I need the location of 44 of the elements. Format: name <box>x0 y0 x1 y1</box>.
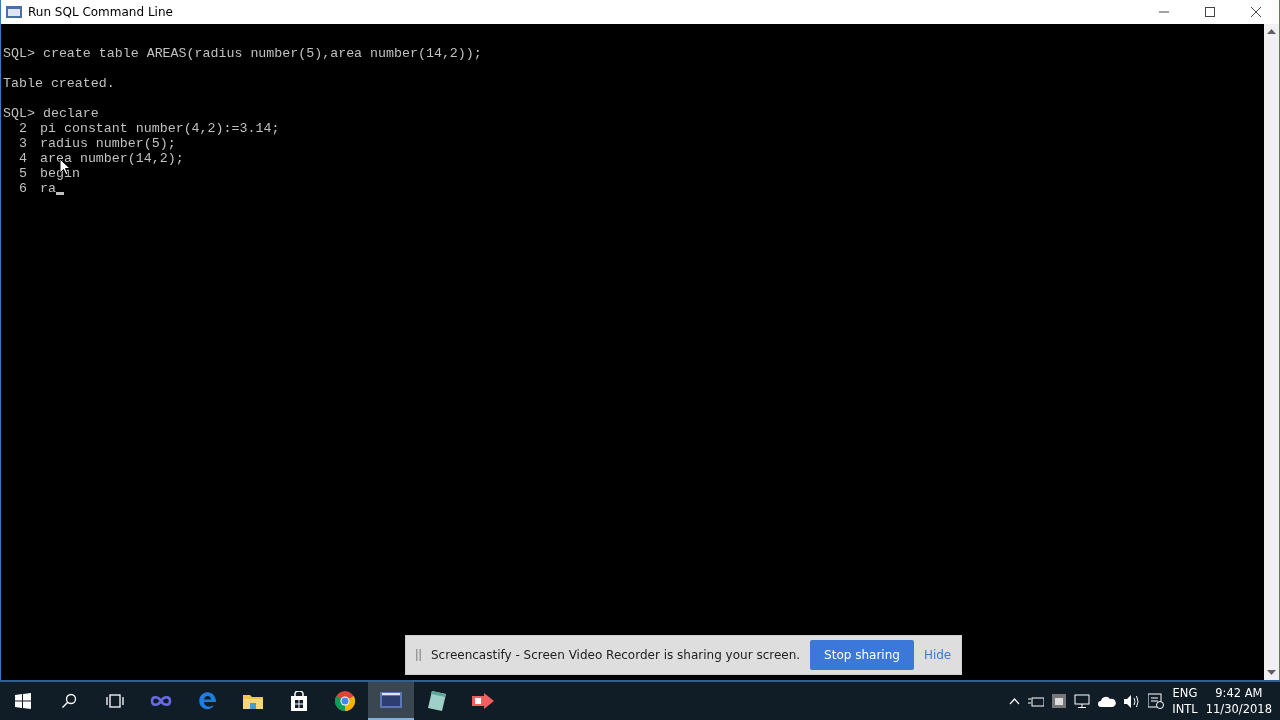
line-number: 4 <box>18 151 28 166</box>
maximize-icon[interactable] <box>1205 7 1215 17</box>
cloud-icon[interactable] <box>1098 695 1117 707</box>
line-number: 2 <box>18 121 28 136</box>
notification-message: Screencastify - Screen Video Recorder is sharing your screen. <box>431 647 801 664</box>
console-command: begin <box>40 166 80 181</box>
sql-prompt: SQL> <box>3 106 36 121</box>
console-command: pi constant number(4,2):=3.14; <box>40 121 280 136</box>
console-command: declare <box>42 106 99 121</box>
console-command: radius number(5); <box>40 136 176 151</box>
line-number: 5 <box>18 166 28 181</box>
console-command: ra <box>40 181 56 196</box>
stop-sharing-button[interactable]: Stop sharing <box>810 640 914 670</box>
app-icon <box>6 6 22 18</box>
language-indicator[interactable]: ENG INTL <box>1172 685 1198 717</box>
close-icon[interactable] <box>1251 7 1261 17</box>
console-command: create table AREAS(radius number(5),area number(14,2)); <box>42 46 482 61</box>
line-number: 6 <box>18 181 28 196</box>
sql-prompt: SQL> <box>3 46 36 61</box>
notification-icon[interactable] <box>1148 693 1165 709</box>
notepad-icon[interactable] <box>428 691 446 711</box>
folder-icon[interactable] <box>243 693 263 709</box>
window-title: Run SQL Command Line <box>28 4 173 21</box>
console-app-icon[interactable] <box>380 692 402 708</box>
scroll-up-icon[interactable] <box>1267 28 1276 34</box>
console-command: area number(14,2); <box>40 151 184 166</box>
network-icon[interactable] <box>1074 694 1091 708</box>
infinity-icon[interactable] <box>150 695 172 707</box>
task-view-icon[interactable] <box>106 694 124 708</box>
app-tray-icon[interactable] <box>1052 694 1067 708</box>
camera-arrow-icon[interactable] <box>472 693 494 709</box>
scroll-down-icon[interactable] <box>1267 670 1276 676</box>
search-icon[interactable] <box>61 693 77 709</box>
shopping-bag-icon[interactable] <box>290 691 308 711</box>
chrome-icon[interactable] <box>335 691 355 711</box>
volume-icon[interactable] <box>1124 694 1141 708</box>
console-output: Table created. <box>3 76 115 91</box>
clock-date[interactable]: 11/30/2018 <box>1205 701 1272 717</box>
clock-time[interactable]: 9:42 AM <box>1215 685 1263 701</box>
start-icon[interactable] <box>15 693 31 709</box>
chevron-up-icon[interactable] <box>1009 697 1021 705</box>
line-number: 3 <box>18 136 28 151</box>
browser-e-icon[interactable] <box>197 691 217 711</box>
drag-handle-icon[interactable] <box>416 649 421 661</box>
